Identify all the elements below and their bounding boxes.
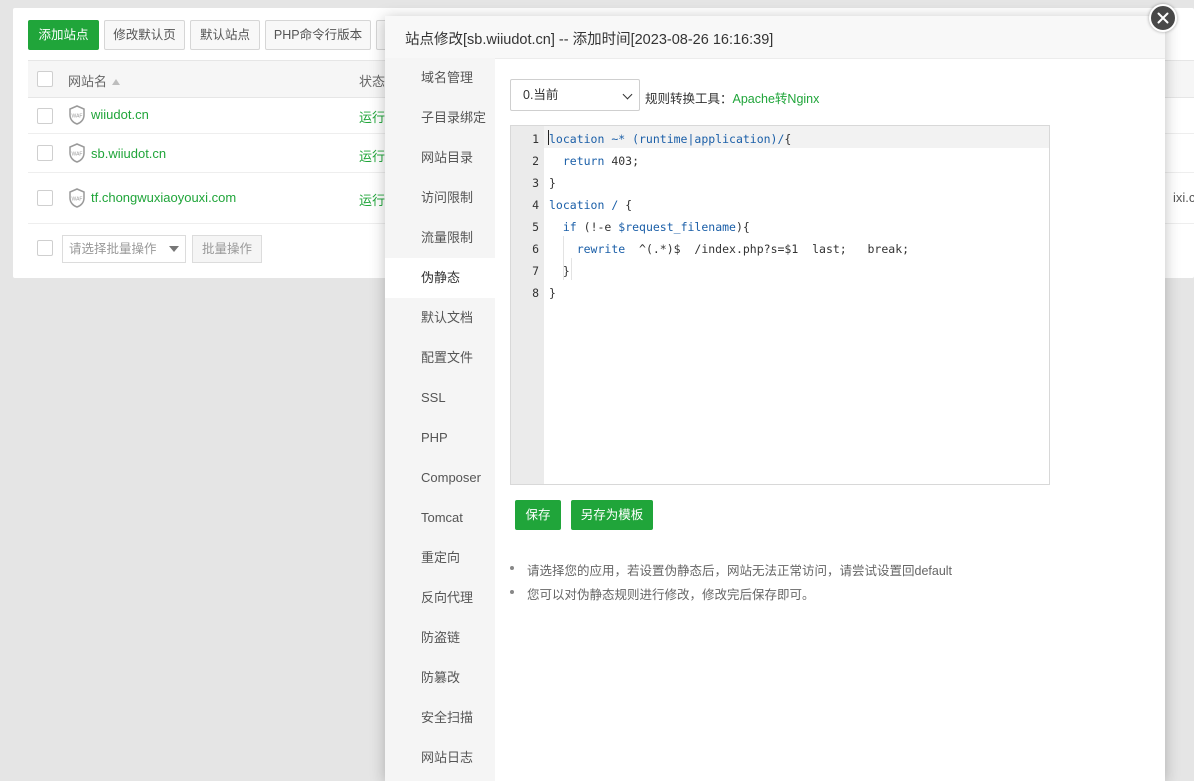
apache-to-nginx-link[interactable]: Apache转Nginx	[733, 92, 820, 106]
sidebar-item-tamper-protection[interactable]: 防篡改	[385, 658, 495, 698]
save-button[interactable]: 保存	[515, 500, 561, 530]
sidebar-item-config-file[interactable]: 配置文件	[385, 338, 495, 378]
line-number-gutter: 1 2 3 4 5 6 7 8	[511, 126, 544, 484]
code-line: }	[549, 286, 556, 300]
column-header-name-label: 网站名	[68, 74, 108, 89]
batch-operation-select[interactable]: 请选择批量操作	[62, 235, 186, 263]
row-checkbox[interactable]	[37, 108, 53, 124]
code-line: if (!-e $request_filename){	[562, 220, 750, 234]
sort-asc-icon	[112, 79, 121, 85]
site-note-text: ixi.co	[1173, 190, 1194, 205]
tip-text: 请选择您的应用，若设置伪静态后，网站无法正常访问，请尝试设置回default	[527, 564, 953, 578]
line-number: 3	[532, 176, 539, 190]
batch-operation-button[interactable]: 批量操作	[192, 235, 262, 263]
sidebar-item-redirect[interactable]: 重定向	[385, 538, 495, 578]
svg-text:WAF: WAF	[72, 114, 83, 120]
svg-text:WAF: WAF	[72, 152, 83, 158]
column-header-status[interactable]: 状态	[359, 71, 385, 90]
code-line: }	[549, 264, 570, 278]
sidebar-item-composer[interactable]: Composer	[385, 458, 495, 498]
site-edit-dialog: 站点修改[sb.wiiudot.cn] -- 添加时间[2023-08-26 1…	[385, 16, 1165, 781]
rewrite-version-value: 0.当前	[523, 88, 559, 102]
edit-default-page-button[interactable]: 修改默认页	[104, 20, 185, 50]
close-dialog-button[interactable]	[1149, 4, 1177, 32]
sidebar-item-site-directory[interactable]: 网站目录	[385, 138, 495, 178]
sidebar-item-site-log[interactable]: 网站日志	[385, 738, 495, 778]
php-cli-version-button[interactable]: PHP命令行版本	[265, 20, 371, 50]
sidebar-item-tomcat[interactable]: Tomcat	[385, 498, 495, 538]
sidebar-item-default-document[interactable]: 默认文档	[385, 298, 495, 338]
rule-convert-tool: 规则转换工具：Apache转Nginx	[645, 88, 819, 107]
dialog-sidebar: 域名管理 子目录绑定 网站目录 访问限制 流量限制 伪静态 默认文档 配置文件 …	[385, 58, 495, 781]
code-line: return 403;	[562, 154, 640, 168]
chevron-down-icon	[169, 246, 179, 252]
sidebar-item-access-restriction[interactable]: 访问限制	[385, 178, 495, 218]
sidebar-item-php[interactable]: PHP	[385, 418, 495, 458]
rewrite-version-select[interactable]: 0.当前	[510, 79, 640, 111]
indent-guide	[563, 236, 564, 280]
line-number: 6	[532, 242, 539, 256]
line-number: 7	[532, 264, 539, 278]
indent-guide	[571, 258, 572, 280]
line-number: 4	[532, 198, 539, 212]
row-checkbox[interactable]	[37, 145, 53, 161]
sidebar-item-hotlink-protection[interactable]: 防盗链	[385, 618, 495, 658]
sidebar-item-ssl[interactable]: SSL	[385, 378, 495, 418]
site-domain-link[interactable]: wiiudot.cn	[91, 107, 149, 122]
waf-shield-icon: WAF	[69, 143, 85, 163]
default-site-button[interactable]: 默认站点	[190, 20, 260, 50]
dialog-title: 站点修改[sb.wiiudot.cn] -- 添加时间[2023-08-26 1…	[405, 32, 774, 48]
batch-select-all-checkbox[interactable]	[37, 240, 53, 256]
site-domain-link[interactable]: tf.chongwuxiaoyouxi.com	[91, 190, 236, 205]
code-line: location / {	[549, 198, 633, 212]
save-as-template-button[interactable]: 另存为模板	[571, 500, 653, 530]
bullet-icon	[510, 590, 514, 594]
site-domain-link[interactable]: sb.wiiudot.cn	[91, 146, 166, 161]
svg-text:WAF: WAF	[72, 197, 83, 203]
rule-convert-label: 规则转换工具：	[645, 92, 733, 106]
bullet-icon	[510, 566, 514, 570]
tip-text: 您可以对伪静态规则进行修改，修改完后保存即可。	[527, 588, 815, 602]
select-all-checkbox[interactable]	[37, 71, 53, 87]
sidebar-item-subdirectory-binding[interactable]: 子目录绑定	[385, 98, 495, 138]
line-number: 2	[532, 154, 539, 168]
waf-shield-icon: WAF	[69, 188, 85, 208]
sidebar-item-traffic-limit[interactable]: 流量限制	[385, 218, 495, 258]
code-line: location ~* (runtime|application)/{	[549, 132, 792, 146]
sidebar-item-reverse-proxy[interactable]: 反向代理	[385, 578, 495, 618]
column-header-name[interactable]: 网站名	[68, 71, 121, 90]
sidebar-item-rewrite[interactable]: 伪静态	[385, 258, 495, 298]
line-number: 5	[532, 220, 539, 234]
waf-shield-icon: WAF	[69, 105, 85, 125]
line-number: 1	[532, 132, 539, 146]
text-cursor	[548, 130, 549, 145]
line-number: 8	[532, 286, 539, 300]
batch-operation-placeholder: 请选择批量操作	[69, 242, 157, 256]
sidebar-item-security-scan[interactable]: 安全扫描	[385, 698, 495, 738]
dialog-header: 站点修改[sb.wiiudot.cn] -- 添加时间[2023-08-26 1…	[385, 16, 1165, 59]
row-checkbox[interactable]	[37, 190, 53, 206]
rewrite-panel: 0.当前 规则转换工具：Apache转Nginx 1 2 3 4 5 6 7 8 locati…	[495, 58, 1165, 781]
sidebar-item-domain-management[interactable]: 域名管理	[385, 58, 495, 98]
close-icon	[1157, 12, 1169, 24]
code-line: rewrite ^(.*)$ /index.php?s=$1 last; bre…	[576, 242, 910, 256]
chevron-down-icon	[622, 89, 633, 100]
rewrite-code-editor[interactable]: 1 2 3 4 5 6 7 8 location ~* (runtime|applicatio…	[510, 125, 1050, 485]
add-site-button[interactable]: 添加站点	[28, 20, 99, 50]
code-line: }	[549, 176, 556, 190]
